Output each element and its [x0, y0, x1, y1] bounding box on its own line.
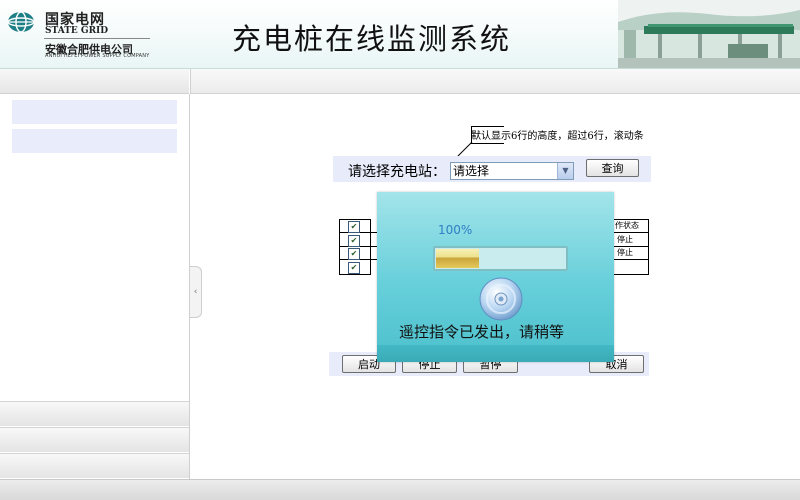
content-header-bar: [190, 69, 800, 94]
row-status: 作状态: [615, 221, 639, 230]
sidebar-section-bar[interactable]: [0, 401, 189, 426]
query-button[interactable]: 查询: [586, 159, 639, 177]
sidebar-item[interactable]: [12, 100, 177, 124]
checkmark-icon: ✔: [350, 222, 358, 231]
chevron-left-icon: ‹: [193, 287, 198, 297]
progress-message: 遥控指令已发出，请稍等: [399, 323, 565, 341]
chevron-down-icon[interactable]: ▼: [557, 163, 573, 179]
sidebar-section-bar[interactable]: [0, 453, 189, 478]
sidebar-header-bar: [0, 69, 189, 94]
row-checkbox[interactable]: ✔: [348, 235, 360, 247]
row-checkbox[interactable]: ✔: [348, 221, 360, 233]
row-checkbox[interactable]: ✔: [348, 262, 360, 274]
sidebar-item[interactable]: [12, 129, 177, 153]
charging-station-photo: [618, 0, 800, 68]
sidebar-collapse-handle[interactable]: ‹: [190, 266, 202, 318]
state-grid-logo-icon: [7, 11, 35, 33]
logo-text-en: STATE GRID: [45, 26, 109, 36]
checkmark-icon: ✔: [350, 263, 358, 272]
station-select[interactable]: 请选择 ▼: [450, 162, 574, 180]
sidebar-section-bar[interactable]: [0, 427, 189, 452]
annotation-note: 默认显示6行的高度，超过6行，滚动条: [471, 131, 644, 142]
system-title: 充电桩在线监测系统: [232, 22, 512, 56]
row-status: 停止: [617, 235, 633, 244]
company-name-en: ANHUI HEFEI POWER SUPPLY COMPANY: [45, 53, 150, 59]
progress-bar: [433, 246, 568, 271]
station-label: 请选择充电站：: [348, 164, 446, 180]
checkmark-icon: ✔: [350, 236, 358, 245]
checkmark-icon: ✔: [350, 249, 358, 258]
disc-icon: [479, 277, 523, 321]
row-checkbox[interactable]: ✔: [348, 248, 360, 260]
sidebar: [0, 94, 190, 479]
progress-dialog-footer: [377, 345, 614, 362]
row-status: 停止: [617, 248, 633, 257]
footer-bar: [0, 479, 800, 500]
progress-bar-fill: [436, 249, 479, 268]
progress-percent: 100%: [438, 223, 473, 237]
logo-divider: [44, 38, 150, 39]
station-select-value: 请选择: [453, 164, 490, 178]
